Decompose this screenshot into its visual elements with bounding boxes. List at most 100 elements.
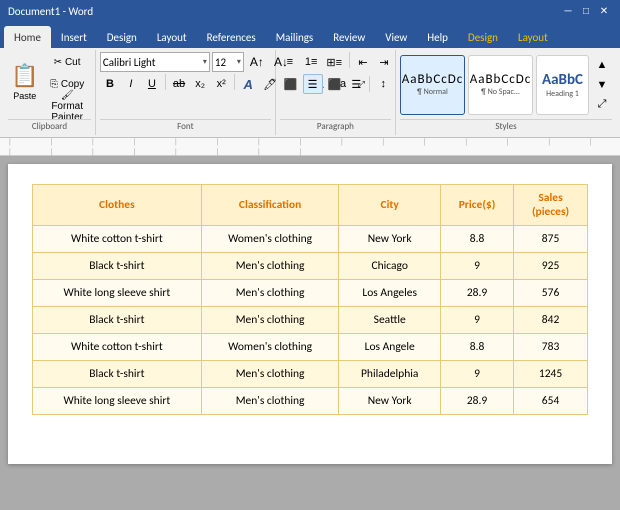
text-effects-button[interactable]: A bbox=[238, 74, 258, 94]
cell-price-1: 8.8 bbox=[440, 226, 513, 253]
style-normal[interactable]: AaBbCcDc ¶ Normal bbox=[400, 55, 465, 115]
superscript-button[interactable]: x² bbox=[211, 74, 231, 94]
close-button[interactable]: ✕ bbox=[596, 4, 612, 18]
cell-class-5: Women's clothing bbox=[201, 334, 339, 361]
cut-button[interactable]: ✂ Cut bbox=[43, 53, 91, 73]
paragraph-group: ≡ 1≡ ⊞≡ ⇤ ⇥ ↕A ¶ ⬛ ☰ ⬛ ☰ ↕ ▣ ⊞ ⤢ Paragra bbox=[276, 50, 396, 135]
table-row: Black t-shirt Men's clothing Philadelphi… bbox=[33, 361, 588, 388]
align-left-button[interactable]: ⬛ bbox=[280, 74, 302, 94]
tab-insert[interactable]: Insert bbox=[51, 26, 97, 48]
underline-button[interactable]: U bbox=[142, 74, 162, 94]
tab-layout[interactable]: Layout bbox=[147, 26, 197, 48]
style-no-spacing[interactable]: AaBbCcDc ¶ No Spac... bbox=[468, 55, 533, 115]
minimize-button[interactable]: ─ bbox=[560, 4, 576, 18]
cell-sales-3: 576 bbox=[514, 280, 588, 307]
clipboard-group: 📋 Paste ✂ Cut ⎘ Copy 🖌 Format Painter Cl… bbox=[4, 50, 96, 135]
cell-price-3: 28.9 bbox=[440, 280, 513, 307]
cell-sales-2: 925 bbox=[514, 253, 588, 280]
cell-clothes-3: White long sleeve shirt bbox=[33, 280, 202, 307]
multilevel-button[interactable]: ⊞≡ bbox=[322, 52, 346, 72]
col-city: City bbox=[339, 185, 440, 226]
separator4 bbox=[369, 76, 370, 92]
cell-clothes-6: Black t-shirt bbox=[33, 361, 202, 388]
cell-city-5: Los Angele bbox=[339, 334, 440, 361]
style-normal-preview: AaBbCcDc bbox=[402, 72, 464, 87]
cell-class-7: Men's clothing bbox=[201, 388, 339, 415]
font-name-dropdown[interactable]: Calibri Light ▾ bbox=[100, 52, 210, 72]
cell-sales-4: 842 bbox=[514, 307, 588, 334]
tab-home[interactable]: Home bbox=[4, 26, 51, 48]
col-sales: Sales(pieces) bbox=[514, 185, 588, 226]
clipboard-label: Clipboard bbox=[8, 119, 91, 133]
increase-font-button[interactable]: A↑ bbox=[246, 52, 268, 72]
table-row: White cotton t-shirt Women's clothing Ne… bbox=[33, 226, 588, 253]
format-painter-button[interactable]: 🖌 Format Painter bbox=[43, 97, 91, 117]
col-price: Price($) bbox=[440, 185, 513, 226]
increase-indent-button[interactable]: ⇥ bbox=[374, 52, 394, 72]
decrease-indent-button[interactable]: ⇤ bbox=[353, 52, 373, 72]
ruler-marks: | | | | | | | | | | | | | | | | | | | | … bbox=[8, 137, 612, 157]
table-row: Black t-shirt Men's clothing Chicago 9 9… bbox=[33, 253, 588, 280]
numbering-button[interactable]: 1≡ bbox=[301, 52, 322, 72]
maximize-button[interactable]: □ bbox=[578, 4, 594, 18]
table-row: White cotton t-shirt Women's clothing Lo… bbox=[33, 334, 588, 361]
document-area[interactable]: Clothes Classification City Price($) Sal… bbox=[0, 156, 620, 510]
cell-clothes-7: White long sleeve shirt bbox=[33, 388, 202, 415]
style-heading1[interactable]: AaBbC Heading 1 bbox=[536, 55, 589, 115]
table-row: White long sleeve shirt Men's clothing N… bbox=[33, 388, 588, 415]
strikethrough-button[interactable]: ab bbox=[169, 74, 189, 94]
title-bar: Document1 - Word ─ □ ✕ bbox=[0, 0, 620, 22]
cell-city-4: Seattle bbox=[339, 307, 440, 334]
ribbon-toolbar: 📋 Paste ✂ Cut ⎘ Copy 🖌 Format Painter Cl… bbox=[0, 48, 620, 138]
tab-mailings[interactable]: Mailings bbox=[266, 26, 324, 48]
cell-sales-5: 783 bbox=[514, 334, 588, 361]
table-row: White long sleeve shirt Men's clothing L… bbox=[33, 280, 588, 307]
table-row: Black t-shirt Men's clothing Seattle 9 8… bbox=[33, 307, 588, 334]
document-page: Clothes Classification City Price($) Sal… bbox=[8, 164, 612, 464]
italic-button[interactable]: I bbox=[121, 74, 141, 94]
tab-design2[interactable]: Design bbox=[458, 26, 508, 48]
style-no-spacing-label: ¶ No Spac... bbox=[481, 87, 520, 97]
tab-review[interactable]: Review bbox=[323, 26, 375, 48]
style-heading1-preview: AaBbC bbox=[542, 71, 583, 89]
font-size-arrow: ▾ bbox=[237, 57, 241, 67]
tab-references[interactable]: References bbox=[197, 26, 266, 48]
font-size-value: 12 bbox=[215, 56, 226, 69]
cell-class-1: Women's clothing bbox=[201, 226, 339, 253]
font-label: Font bbox=[100, 119, 271, 133]
style-heading1-label: Heading 1 bbox=[546, 89, 579, 99]
cell-class-3: Men's clothing bbox=[201, 280, 339, 307]
cell-class-6: Men's clothing bbox=[201, 361, 339, 388]
cell-price-4: 9 bbox=[440, 307, 513, 334]
tab-help[interactable]: Help bbox=[417, 26, 458, 48]
tab-design[interactable]: Design bbox=[97, 26, 147, 48]
bold-button[interactable]: B bbox=[100, 74, 120, 94]
col-clothes: Clothes bbox=[33, 185, 202, 226]
tab-layout2[interactable]: Layout bbox=[508, 26, 558, 48]
tab-view[interactable]: View bbox=[375, 26, 417, 48]
align-center-button[interactable]: ☰ bbox=[303, 74, 323, 94]
font-size-dropdown[interactable]: 12 ▾ bbox=[212, 52, 244, 72]
cell-city-7: New York bbox=[339, 388, 440, 415]
ribbon-tabs: Home Insert Design Layout References Mai… bbox=[0, 22, 620, 48]
styles-more[interactable]: ⤢ bbox=[592, 95, 612, 115]
font-group: Calibri Light ▾ 12 ▾ A↑ A↓ B I U ab x₂ x… bbox=[96, 50, 276, 135]
font-selector: Calibri Light ▾ 12 ▾ A↑ A↓ bbox=[100, 52, 292, 72]
font-name-arrow: ▾ bbox=[203, 57, 207, 67]
styles-scroll-buttons: ▲ ▼ ⤢ bbox=[592, 55, 612, 115]
justify-button[interactable]: ☰ bbox=[346, 74, 366, 94]
line-spacing-button[interactable]: ↕ bbox=[373, 74, 393, 94]
font-name-value: Calibri Light bbox=[103, 56, 156, 69]
cell-class-4: Men's clothing bbox=[201, 307, 339, 334]
separator2 bbox=[234, 74, 235, 90]
styles-scroll-up[interactable]: ▲ bbox=[592, 55, 612, 75]
styles-scroll-down[interactable]: ▼ bbox=[592, 75, 612, 95]
cell-clothes-4: Black t-shirt bbox=[33, 307, 202, 334]
paragraph-label: Paragraph bbox=[280, 119, 391, 133]
paste-button[interactable]: 📋 Paste bbox=[8, 52, 41, 112]
align-right-button[interactable]: ⬛ bbox=[324, 74, 346, 94]
cell-clothes-1: White cotton t-shirt bbox=[33, 226, 202, 253]
subscript-button[interactable]: x₂ bbox=[190, 74, 210, 94]
bullets-button[interactable]: ≡ bbox=[280, 52, 300, 72]
title-text: Document1 - Word bbox=[8, 5, 93, 18]
